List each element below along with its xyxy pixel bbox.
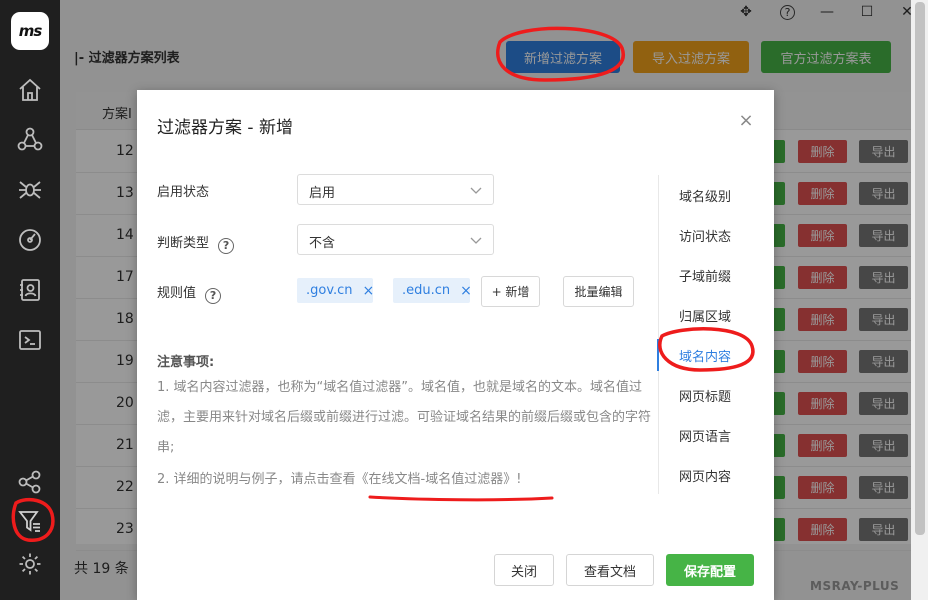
dialog-close-icon[interactable]: × [737,112,755,130]
filter-icon[interactable] [17,508,43,534]
side-menu-divider [658,175,659,494]
side-item-subdomain-prefix[interactable]: 子域前缀 [679,266,731,285]
contacts-icon[interactable] [17,277,43,303]
add-filter-dialog: 过滤器方案 - 新增 × 启用状态 启用 判断类型? 不含 规则值? .gov.… [137,90,774,600]
side-menu-active-indicator [657,339,659,371]
help-icon[interactable]: ? [218,237,235,254]
type-label: 判断类型 [157,236,210,251]
rule-tag: .edu.cn × [393,278,472,303]
side-item-page-language[interactable]: 网页语言 [679,426,731,445]
help-icon[interactable]: ? [205,287,222,304]
scrollbar-thumb[interactable] [915,2,925,535]
note-1: 1. 域名内容过滤器，也称为“域名值过滤器”。域名值，也就是域名的文本。域名值过… [157,380,652,455]
terminal-icon[interactable] [17,327,43,353]
notes-title: 注意事项: [157,355,215,370]
app-logo: ms [11,12,49,50]
rule-label: 规则值 [157,286,197,301]
share-nodes-icon[interactable] [17,469,43,495]
bulk-edit-button[interactable]: 批量编辑 [563,276,634,307]
type-select[interactable]: 不含 [297,224,494,255]
status-label: 启用状态 [157,185,210,200]
tag-remove-icon[interactable]: × [363,283,375,299]
chevron-down-icon [470,237,482,244]
note-2: 2. 详细的说明与例子，请点击查看《在线文档-域名值过滤器》! [157,465,652,495]
side-item-domain-level[interactable]: 域名级别 [679,186,731,205]
app-sidebar: ms [0,0,60,600]
tag-remove-icon[interactable]: × [460,283,472,299]
close-button[interactable]: 关闭 [494,554,554,586]
status-select-value: 启用 [309,186,336,201]
save-config-button[interactable]: 保存配置 [666,554,754,586]
logo-text: ms [18,22,43,40]
side-item-access-status[interactable]: 访问状态 [679,226,731,245]
type-label-row: 判断类型? [157,232,235,254]
docs-link[interactable]: 《在线文档-域名值过滤器》 [356,472,517,487]
type-select-value: 不含 [309,236,336,251]
chevron-down-icon [470,187,482,194]
add-rule-button[interactable]: + 新增 [481,276,540,307]
spider-icon[interactable] [17,176,43,202]
side-item-page-content[interactable]: 网页内容 [679,466,731,485]
view-docs-button[interactable]: 查看文档 [566,554,654,586]
rule-tag-text: .gov.cn [306,283,353,298]
side-item-page-title[interactable]: 网页标题 [679,386,731,405]
topology-icon[interactable] [17,126,43,152]
rule-tag-text: .edu.cn [402,283,451,298]
settings-gear-icon[interactable] [17,551,43,577]
scrollbar[interactable] [911,0,928,600]
side-item-region[interactable]: 归属区域 [679,306,731,325]
rule-tag: .gov.cn × [297,278,375,303]
gauge-icon[interactable] [17,227,43,253]
status-select[interactable]: 启用 [297,174,494,205]
rule-label-row: 规则值? [157,282,222,304]
side-item-domain-content[interactable]: 域名内容 [679,346,731,365]
note-2-suffix: ! [516,472,522,487]
home-icon[interactable] [17,77,43,103]
dialog-title: 过滤器方案 - 新增 [157,118,293,138]
note-2-prefix: 2. 详细的说明与例子，请点击查看 [157,472,356,487]
